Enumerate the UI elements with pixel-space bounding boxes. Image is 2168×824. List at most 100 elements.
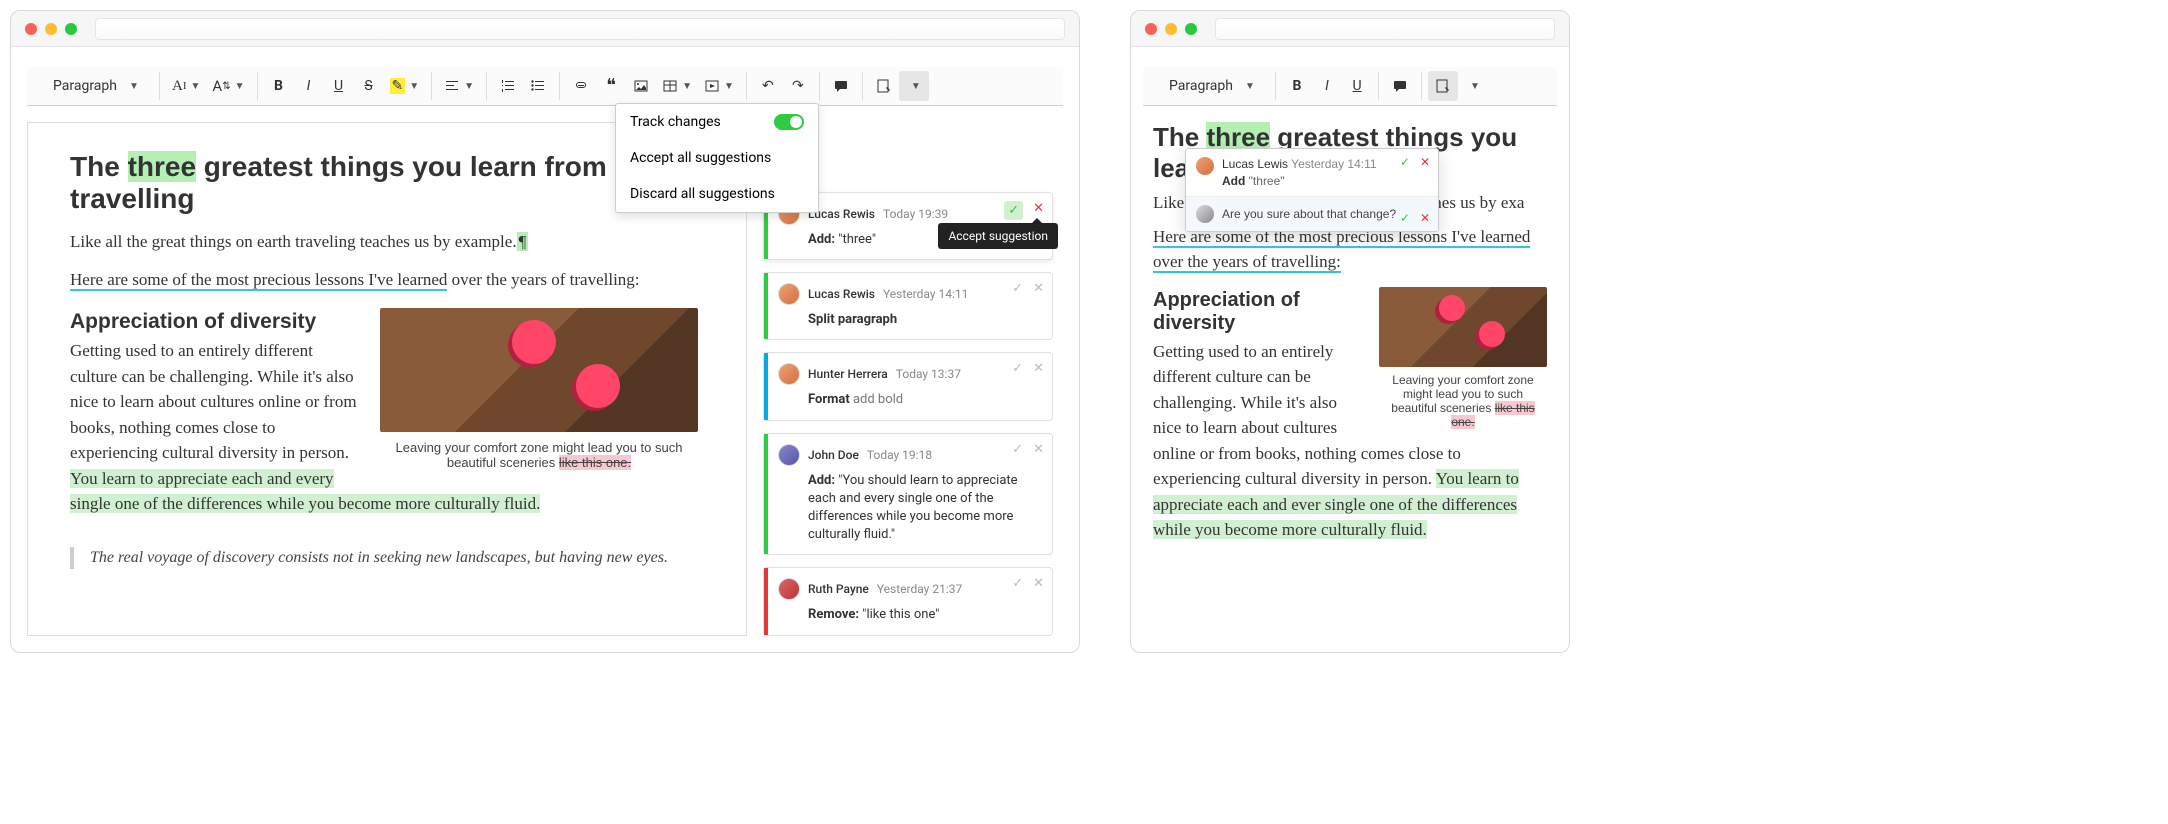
suggestion-text: "three": [838, 232, 876, 247]
minimize-window-icon[interactable]: [1165, 23, 1177, 35]
suggestion-card[interactable]: John Doe Today 19:18 ✓✕ Add: "You should…: [763, 433, 1053, 556]
umbrella-icon: [1479, 321, 1505, 347]
image-placeholder[interactable]: [1379, 287, 1547, 367]
deletion-highlight: like this one.: [559, 455, 631, 470]
bulleted-list-button[interactable]: [523, 71, 553, 101]
font-size-button[interactable]: A⇅▼: [206, 71, 250, 101]
comment-text: Are you sure about that change?: [1222, 205, 1428, 223]
window-titlebar: [1131, 11, 1569, 47]
address-bar[interactable]: [95, 18, 1065, 40]
avatar: [1196, 157, 1214, 175]
suggestion-label: Add:: [808, 232, 835, 247]
suggestion-card[interactable]: Lucas Rewis Yesterday 14:11 ✓✕ Split par…: [763, 272, 1053, 340]
underline-button[interactable]: U: [324, 71, 354, 101]
accept-suggestion-button[interactable]: ✓: [1012, 442, 1023, 457]
formatted-paragraph: Here are some of the most precious lesso…: [70, 267, 698, 293]
discard-all-item[interactable]: Discard all suggestions: [616, 176, 818, 212]
reject-suggestion-button[interactable]: ✕: [1033, 361, 1044, 376]
underline-button[interactable]: U: [1342, 71, 1372, 101]
document-page[interactable]: The three greatest things you learn from…: [1131, 106, 1569, 567]
bold-button[interactable]: B: [1282, 71, 1312, 101]
figure: Leaving your comfort zone might lead you…: [380, 308, 698, 470]
minimize-window-icon[interactable]: [45, 23, 57, 35]
link-button[interactable]: [566, 71, 596, 101]
chevron-down-icon: ▼: [1245, 81, 1255, 92]
track-changes-button[interactable]: [1428, 71, 1458, 101]
avatar: [778, 283, 800, 305]
undo-button[interactable]: ↶: [753, 71, 783, 101]
maximize-window-icon[interactable]: [65, 23, 77, 35]
lede-paragraph: Like all the great things on earth trave…: [70, 229, 698, 255]
accept-all-item[interactable]: Accept all suggestions: [616, 140, 818, 176]
menu-item-label: Track changes: [630, 114, 721, 130]
address-bar[interactable]: [1215, 18, 1555, 40]
align-button[interactable]: ▼: [438, 71, 480, 101]
suggestion-card[interactable]: Ruth Payne Yesterday 21:37 ✓✕ Remove: "l…: [763, 567, 1053, 635]
accept-suggestion-button[interactable]: ✓: [1012, 281, 1023, 296]
umbrella-icon: [576, 364, 620, 408]
page-title: The three greatest things you learn from…: [70, 151, 698, 215]
author-name: Lucas Lewis: [1222, 157, 1288, 171]
suggestion-text: "three": [1249, 174, 1285, 188]
editor-toolbar: Paragraph ▼ AI▼ A⇅▼ B I U S ✎▼ ▼ ❝ ▼ ▼ ↶…: [27, 67, 1063, 106]
italic-button[interactable]: I: [294, 71, 324, 101]
suggestion-label: Add: [1222, 174, 1245, 188]
popover-suggestion-row[interactable]: Lucas Lewis Yesterday 14:11 Add "three" …: [1186, 149, 1438, 196]
comment-button[interactable]: [1385, 71, 1415, 101]
reject-suggestion-button[interactable]: ✕: [1420, 155, 1430, 169]
timestamp: Today 19:39: [883, 207, 948, 221]
reject-suggestion-button[interactable]: ✕: [1033, 281, 1044, 296]
close-window-icon[interactable]: [25, 23, 37, 35]
avatar: [778, 578, 800, 600]
media-button[interactable]: ▼: [698, 71, 740, 101]
strikethrough-button[interactable]: S: [354, 71, 384, 101]
numbered-list-button[interactable]: [493, 71, 523, 101]
accept-suggestion-button[interactable]: ✓: [1400, 155, 1410, 169]
track-changes-toggle-item[interactable]: Track changes: [616, 104, 818, 140]
bold-highlight: Here are some of the most precious lesso…: [1153, 227, 1530, 274]
avatar: [1196, 205, 1214, 223]
blockquote-button[interactable]: ❝: [596, 71, 626, 101]
bold-button[interactable]: B: [264, 71, 294, 101]
paragraph-style-label: Paragraph: [1169, 78, 1233, 94]
image-placeholder[interactable]: [380, 308, 698, 432]
toggle-switch-on-icon[interactable]: [774, 114, 804, 130]
track-changes-dropdown-button[interactable]: ▼: [899, 71, 929, 101]
reject-suggestion-button[interactable]: ✕: [1033, 576, 1044, 591]
highlight-button[interactable]: ✎▼: [384, 71, 426, 101]
image-button[interactable]: [626, 71, 656, 101]
comment-button[interactable]: [826, 71, 856, 101]
window-titlebar: [11, 11, 1079, 47]
table-button[interactable]: ▼: [656, 71, 698, 101]
font-family-button[interactable]: AI▼: [166, 71, 206, 101]
suggestion-card[interactable]: Hunter Herrera Today 13:37 ✓✕ Format add…: [763, 352, 1053, 420]
reject-comment-button[interactable]: ✕: [1420, 211, 1430, 225]
accept-comment-button[interactable]: ✓: [1400, 211, 1410, 225]
umbrella-icon: [512, 320, 556, 364]
editor-body: The three greatest things you learn from…: [11, 106, 1079, 652]
umbrella-icon: [1439, 295, 1465, 321]
editor-window-large: Paragraph ▼ AI▼ A⇅▼ B I U S ✎▼ ▼ ❝ ▼ ▼ ↶…: [10, 10, 1080, 653]
popover-comment-row[interactable]: Are you sure about that change? ✓ ✕: [1186, 196, 1438, 231]
track-changes-button[interactable]: [869, 71, 899, 101]
reject-suggestion-button[interactable]: ✕: [1033, 442, 1044, 457]
accept-suggestion-button[interactable]: ✓: [1004, 201, 1023, 220]
maximize-window-icon[interactable]: [1185, 23, 1197, 35]
track-changes-dropdown-button[interactable]: ▼: [1458, 71, 1488, 101]
close-window-icon[interactable]: [1145, 23, 1157, 35]
accept-suggestion-button[interactable]: ✓: [1012, 361, 1023, 376]
avatar: [778, 444, 800, 466]
track-changes-menu: Track changes Accept all suggestions Dis…: [615, 103, 819, 213]
suggestion-popover: Lucas Lewis Yesterday 14:11 Add "three" …: [1185, 148, 1439, 232]
menu-item-label: Accept all suggestions: [630, 150, 771, 166]
tooltip: Accept suggestion: [938, 223, 1058, 249]
editor-window-small: Paragraph ▼ B I U ▼ The three greatest t…: [1130, 10, 1570, 653]
accept-suggestion-button[interactable]: ✓: [1012, 576, 1023, 591]
paragraph-style-select[interactable]: Paragraph ▼: [1159, 71, 1269, 101]
blockquote: The real voyage of discovery consists no…: [70, 547, 698, 569]
paragraph-style-label: Paragraph: [53, 78, 117, 94]
paragraph-style-select[interactable]: Paragraph ▼: [43, 71, 153, 101]
redo-button[interactable]: ↷: [783, 71, 813, 101]
split-marker: ¶: [517, 232, 529, 251]
italic-button[interactable]: I: [1312, 71, 1342, 101]
